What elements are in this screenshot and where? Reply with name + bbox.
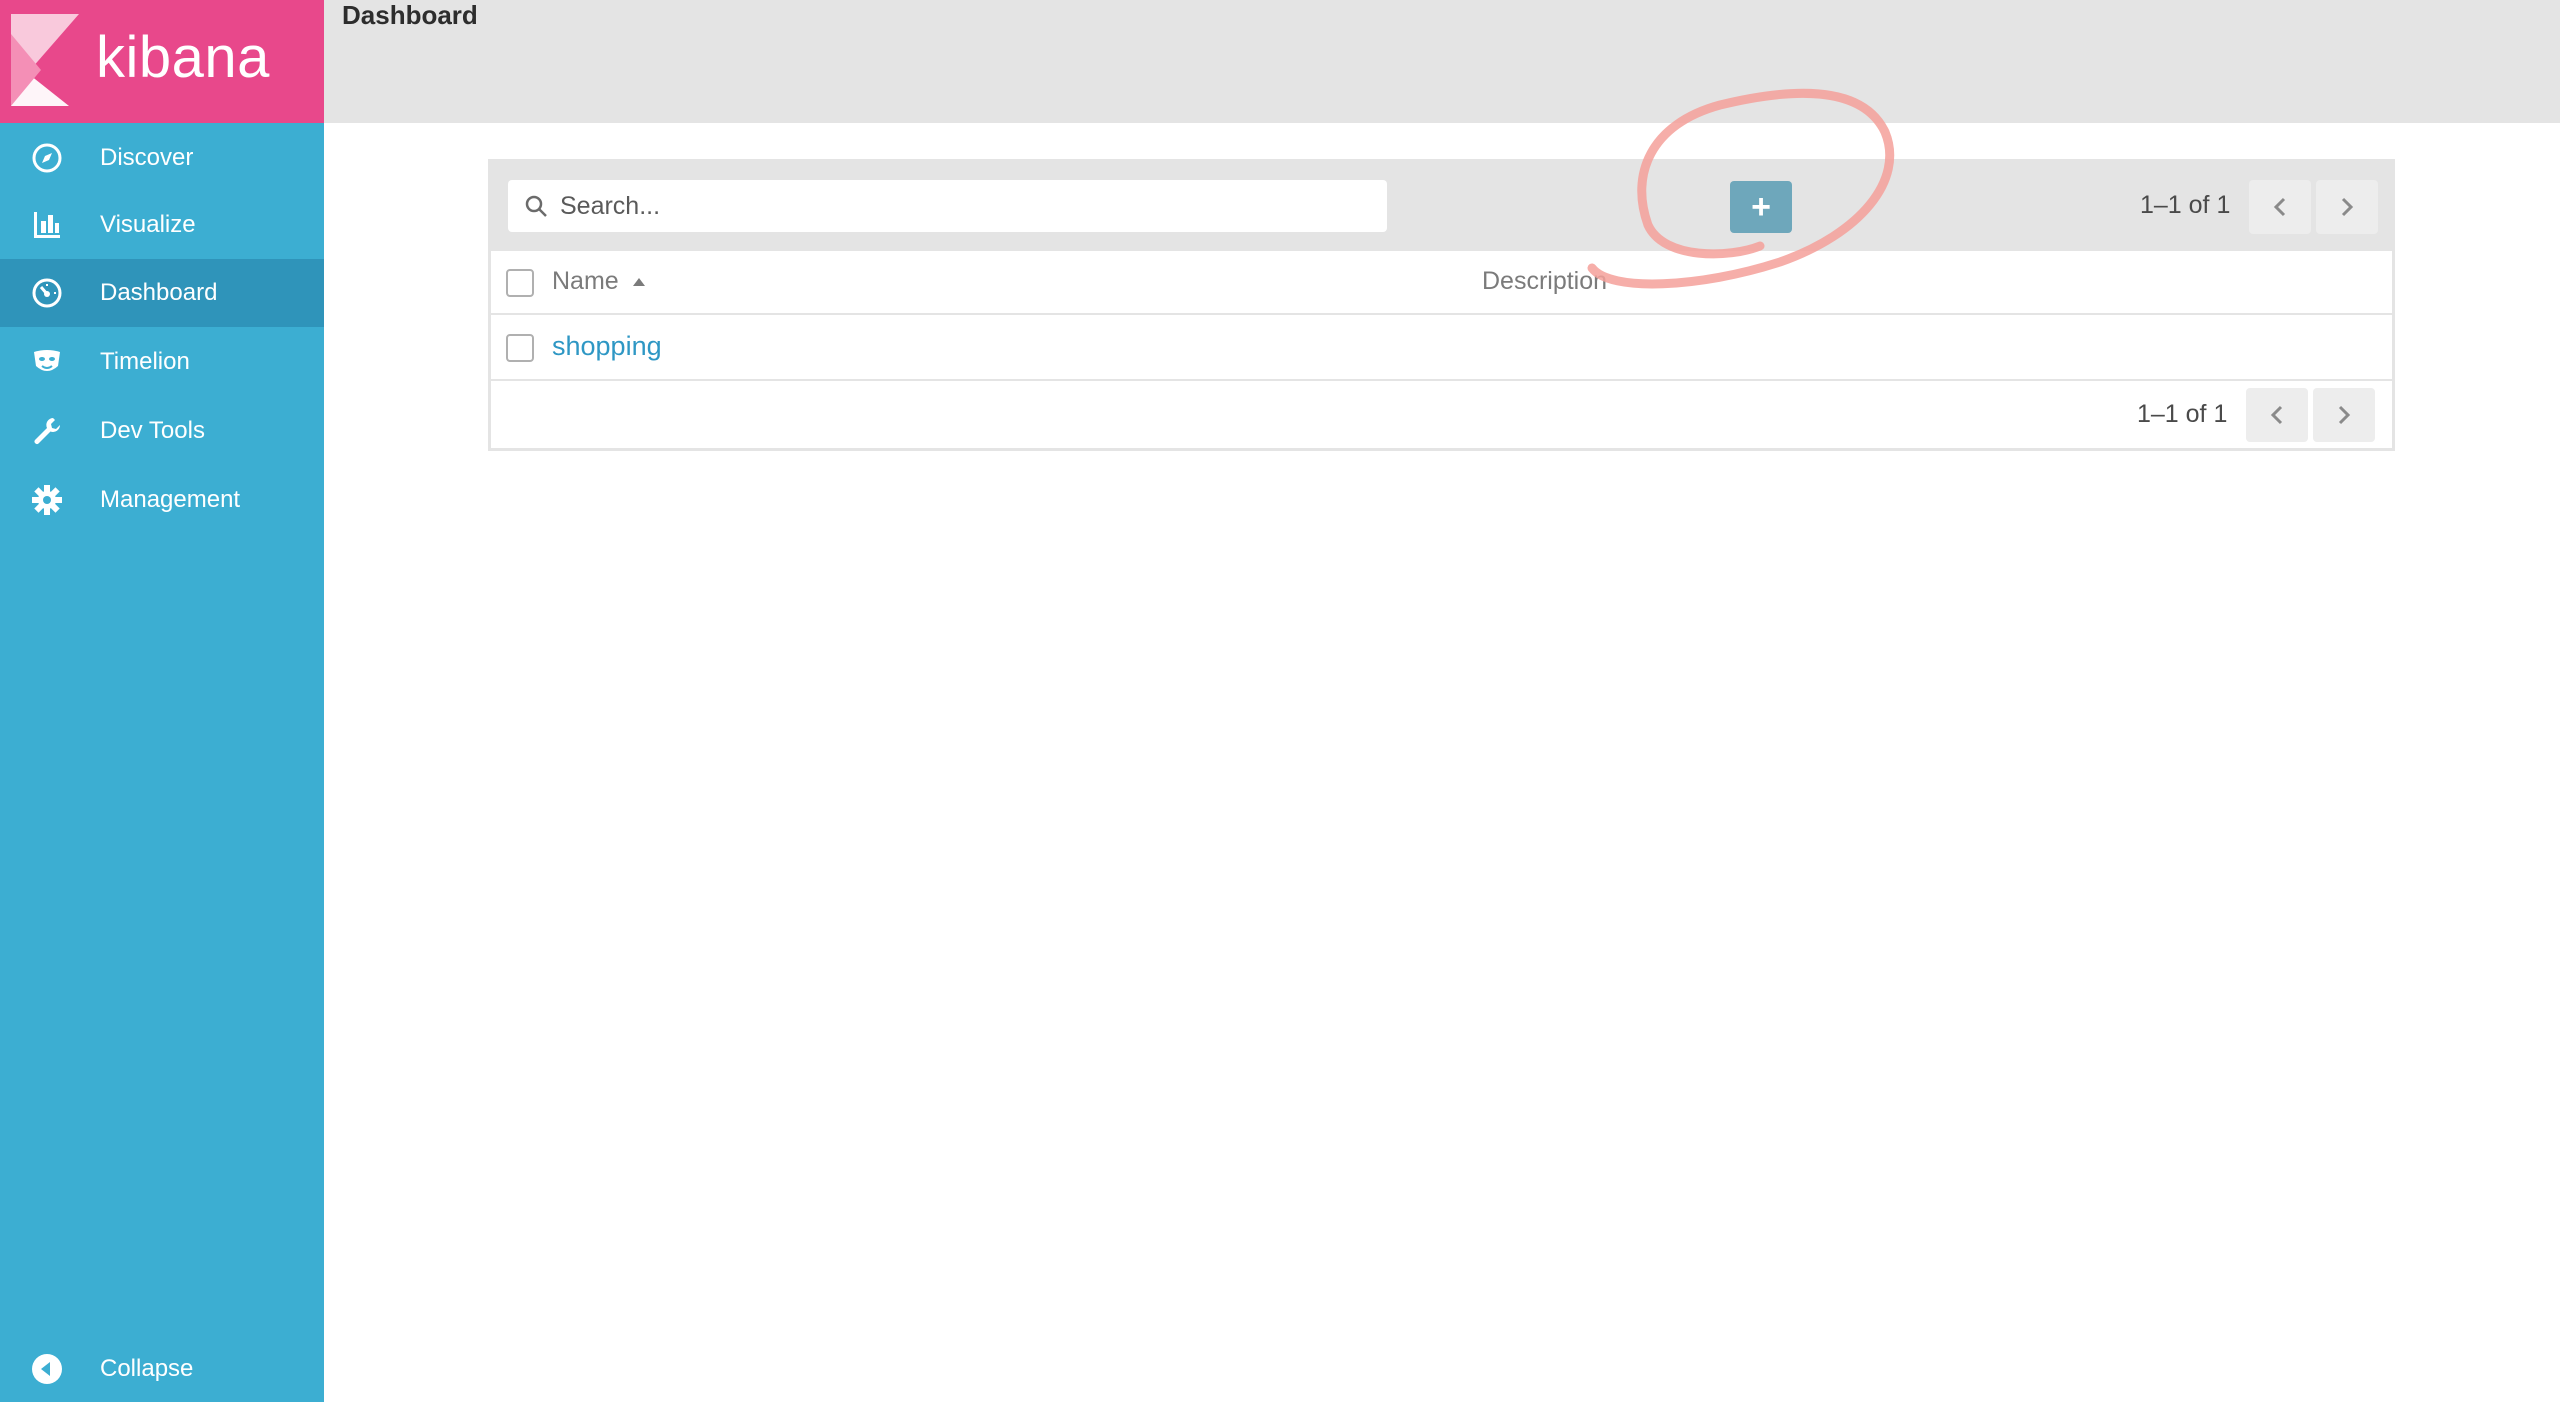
collapse-arrow-icon: [30, 1352, 64, 1386]
app-name: kibana: [96, 25, 270, 90]
gear-icon: [30, 483, 64, 517]
sidebar-item-label: Management: [100, 486, 241, 513]
column-header-name-label: Name: [552, 267, 619, 295]
sidebar-item-label: Visualize: [100, 211, 196, 238]
compass-icon: [30, 141, 64, 175]
create-dashboard-button[interactable]: +: [1730, 181, 1792, 233]
sidebar-item-label: Discover: [100, 144, 194, 171]
sidebar-item-dev-tools[interactable]: Dev Tools: [0, 397, 324, 465]
top-bar: Dashboard: [324, 0, 2560, 123]
pagination-summary-bottom: 1–1 of 1: [2137, 400, 2228, 428]
kibana-logo-icon: [11, 14, 79, 106]
next-page-button-bottom[interactable]: [2313, 388, 2375, 442]
next-page-button[interactable]: [2316, 180, 2378, 234]
sidebar-collapse-button[interactable]: Collapse: [0, 1335, 324, 1402]
listing-toolbar: + 1–1 of 1: [491, 162, 2392, 251]
sidebar: kibana Discover Visualize Dashboard Time: [0, 0, 324, 1402]
select-all-checkbox[interactable]: [506, 269, 534, 297]
sidebar-item-label: Dashboard: [100, 279, 218, 306]
page-title: Dashboard: [342, 0, 478, 30]
dashboard-link-shopping[interactable]: shopping: [552, 331, 662, 362]
search-box[interactable]: [508, 180, 1387, 232]
row-checkbox[interactable]: [506, 334, 534, 362]
sort-ascending-icon: [632, 278, 645, 287]
timelion-mask-icon: [30, 345, 64, 379]
kibana-logo[interactable]: kibana: [0, 0, 324, 123]
column-header-description: Description: [1482, 267, 1608, 295]
pagination-summary: 1–1 of 1: [2140, 191, 2231, 219]
kibana-app: kibana Discover Visualize Dashboard Time: [0, 0, 2560, 1402]
previous-page-button-bottom[interactable]: [2246, 388, 2308, 442]
sidebar-item-label: Dev Tools: [100, 417, 205, 444]
wrench-icon: [30, 414, 64, 448]
dashboard-listing-panel: + 1–1 of 1 Name Description shopping 1–1…: [488, 159, 2395, 451]
chevron-right-icon: [2338, 405, 2351, 425]
chevron-left-icon: [2273, 197, 2286, 217]
table-row: shopping: [491, 315, 2392, 381]
sidebar-item-discover[interactable]: Discover: [0, 124, 324, 192]
table-header-row: Name Description: [491, 251, 2392, 315]
sidebar-item-dashboard[interactable]: Dashboard: [0, 259, 324, 327]
dashboard-gauge-icon: [30, 276, 64, 310]
collapse-label: Collapse: [100, 1355, 194, 1382]
bar-chart-icon: [30, 208, 64, 242]
sidebar-item-label: Timelion: [100, 348, 190, 375]
search-icon: [525, 195, 547, 217]
sidebar-item-management[interactable]: Management: [0, 466, 324, 534]
search-input[interactable]: [560, 180, 1360, 232]
sidebar-item-timelion[interactable]: Timelion: [0, 328, 324, 396]
chevron-left-icon: [2270, 405, 2283, 425]
previous-page-button[interactable]: [2249, 180, 2311, 234]
chevron-right-icon: [2341, 197, 2354, 217]
table-footer: 1–1 of 1: [491, 381, 2392, 448]
column-header-name[interactable]: Name: [552, 267, 646, 296]
sidebar-item-visualize[interactable]: Visualize: [0, 191, 324, 259]
